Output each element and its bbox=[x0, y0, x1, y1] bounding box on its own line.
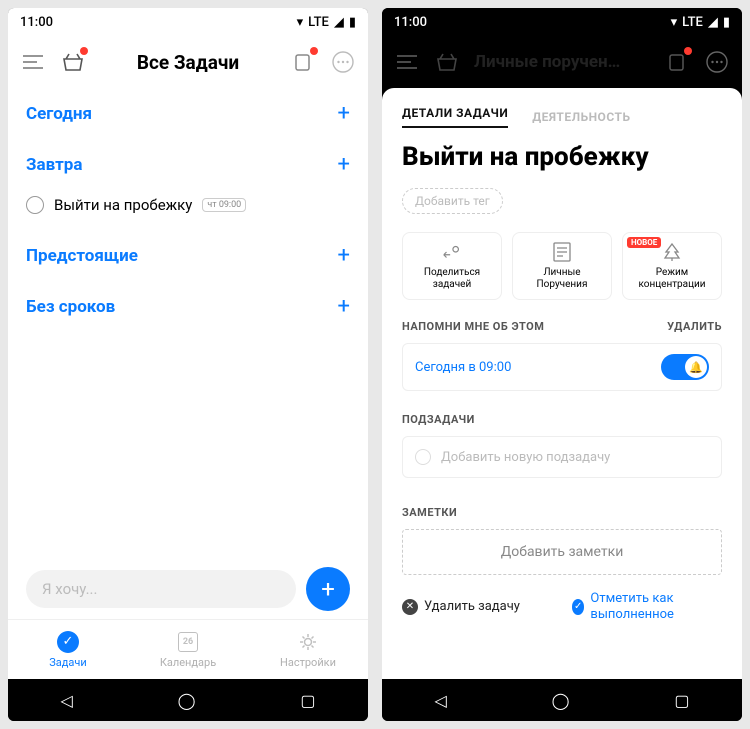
action-cards: Поделиться задачей Личные Поручения НОВО… bbox=[402, 232, 722, 300]
calendar-icon: 26 bbox=[178, 632, 198, 652]
checkbox[interactable] bbox=[26, 196, 44, 214]
nav-back[interactable]: ◁ bbox=[60, 691, 72, 710]
add-tomorrow[interactable]: + bbox=[338, 152, 350, 177]
signal-icon: ◢ bbox=[334, 15, 344, 30]
bell-icon: 🔔 bbox=[685, 356, 707, 378]
task-list: Сегодня + Завтра + Выйти на пробежку чт … bbox=[8, 88, 368, 679]
network-label: LTE bbox=[682, 15, 703, 30]
add-today[interactable]: + bbox=[338, 101, 350, 126]
new-badge: НОВОЕ bbox=[627, 237, 661, 248]
check-icon: ✓ bbox=[57, 631, 79, 653]
fab-add[interactable]: + bbox=[306, 567, 350, 611]
list-icon bbox=[551, 241, 573, 263]
more-icon bbox=[704, 49, 730, 75]
checkbox bbox=[415, 449, 431, 465]
section-today[interactable]: Сегодня + bbox=[8, 88, 368, 139]
notification-dot bbox=[684, 47, 692, 55]
add-nodate[interactable]: + bbox=[338, 294, 350, 319]
tab-calendar[interactable]: 26 Календарь bbox=[128, 620, 248, 679]
quick-add-input[interactable]: Я хочу... bbox=[26, 570, 296, 608]
notification-dot bbox=[80, 47, 88, 55]
copy-icon[interactable] bbox=[290, 49, 316, 75]
add-subtask[interactable]: Добавить новую подзадачу bbox=[402, 436, 722, 478]
add-tag-chip[interactable]: Добавить тег bbox=[402, 188, 503, 214]
section-nodate[interactable]: Без сроков + bbox=[8, 281, 368, 332]
bottom-nav: ✓ Задачи 26 Календарь Настройки bbox=[8, 619, 368, 679]
dim-backdrop[interactable]: Личные поручен… ДЕТАЛИ ЗАДАЧИ ДЕЯТЕЛЬНОС… bbox=[382, 36, 742, 679]
reminder-time: Сегодня в 09:00 bbox=[415, 360, 511, 375]
background-appbar: Личные поручен… bbox=[382, 36, 742, 88]
check-icon: ✓ bbox=[572, 599, 584, 615]
nav-home[interactable]: ◯ bbox=[178, 691, 196, 710]
tab-tasks[interactable]: ✓ Задачи bbox=[8, 620, 128, 679]
task-title[interactable]: Выйти на пробежку bbox=[402, 142, 722, 172]
reminder-row[interactable]: Сегодня в 09:00 🔔 bbox=[402, 343, 722, 391]
signal-icon: ◢ bbox=[708, 15, 718, 30]
basket-icon bbox=[434, 49, 460, 75]
basket-icon[interactable] bbox=[60, 49, 86, 75]
status-bar: 11:00 ▾ LTE ◢ ▮ bbox=[382, 8, 742, 36]
card-share[interactable]: Поделиться задачей bbox=[402, 232, 502, 300]
background-title: Личные поручен… bbox=[474, 52, 650, 72]
section-upcoming[interactable]: Предстоящие + bbox=[8, 230, 368, 281]
copy-icon bbox=[664, 49, 690, 75]
status-bar: 11:00 ▾ LTE ◢ ▮ bbox=[8, 8, 368, 36]
tab-details[interactable]: ДЕТАЛИ ЗАДАЧИ bbox=[402, 106, 508, 128]
app-bar: Все Задачи bbox=[8, 36, 368, 88]
notes-label: ЗАМЕТКИ bbox=[402, 506, 722, 519]
task-due-badge: чт 09:00 bbox=[202, 198, 246, 212]
reminder-toggle[interactable]: 🔔 bbox=[661, 354, 709, 380]
battery-icon: ▮ bbox=[723, 15, 730, 30]
clock: 11:00 bbox=[20, 15, 53, 30]
reminder-header: НАПОМНИ МНЕ ОБ ЭТОМ УДАЛИТЬ bbox=[402, 320, 722, 333]
nav-home[interactable]: ◯ bbox=[552, 691, 570, 710]
mark-done[interactable]: ✓ Отметить как выполненное bbox=[572, 591, 722, 622]
share-icon bbox=[441, 241, 463, 263]
wifi-icon: ▾ bbox=[671, 15, 678, 30]
task-title: Выйти на пробежку bbox=[54, 196, 192, 214]
battery-icon: ▮ bbox=[349, 15, 356, 30]
tree-icon bbox=[661, 241, 683, 263]
add-upcoming[interactable]: + bbox=[338, 243, 350, 268]
hamburger-icon[interactable] bbox=[20, 49, 46, 75]
nav-back[interactable]: ◁ bbox=[434, 691, 446, 710]
bottom-actions: ✕ Удалить задачу ✓ Отметить как выполнен… bbox=[402, 583, 722, 630]
add-notes[interactable]: Добавить заметки bbox=[402, 529, 722, 575]
android-nav: ◁ ◯ ▢ bbox=[8, 679, 368, 721]
page-title: Все Задачи bbox=[100, 51, 276, 74]
tab-activity[interactable]: ДЕЯТЕЛЬНОСТЬ bbox=[532, 110, 630, 124]
card-list[interactable]: Личные Поручения bbox=[512, 232, 612, 300]
clock: 11:00 bbox=[394, 15, 427, 30]
android-nav: ◁ ◯ ▢ bbox=[382, 679, 742, 721]
section-tomorrow[interactable]: Завтра + bbox=[8, 139, 368, 190]
subtasks-label: ПОДЗАДАЧИ bbox=[402, 413, 722, 426]
task-row[interactable]: Выйти на пробежку чт 09:00 bbox=[8, 190, 368, 230]
more-icon[interactable] bbox=[330, 49, 356, 75]
close-icon: ✕ bbox=[402, 599, 418, 615]
card-focus[interactable]: НОВОЕ Режим концентрации bbox=[622, 232, 722, 300]
network-label: LTE bbox=[308, 15, 329, 30]
gear-icon bbox=[297, 631, 319, 653]
nav-recent[interactable]: ▢ bbox=[300, 691, 315, 710]
delete-task[interactable]: ✕ Удалить задачу bbox=[402, 599, 520, 615]
wifi-icon: ▾ bbox=[297, 15, 304, 30]
nav-recent[interactable]: ▢ bbox=[674, 691, 689, 710]
notification-dot bbox=[310, 47, 318, 55]
hamburger-icon bbox=[394, 49, 420, 75]
detail-sheet: ДЕТАЛИ ЗАДАЧИ ДЕЯТЕЛЬНОСТЬ Выйти на проб… bbox=[382, 88, 742, 679]
tab-settings[interactable]: Настройки bbox=[248, 620, 368, 679]
quick-add-bar: Я хочу... + bbox=[8, 559, 368, 619]
detail-tabs: ДЕТАЛИ ЗАДАЧИ ДЕЯТЕЛЬНОСТЬ bbox=[402, 102, 722, 132]
reminder-delete[interactable]: УДАЛИТЬ bbox=[667, 320, 722, 333]
